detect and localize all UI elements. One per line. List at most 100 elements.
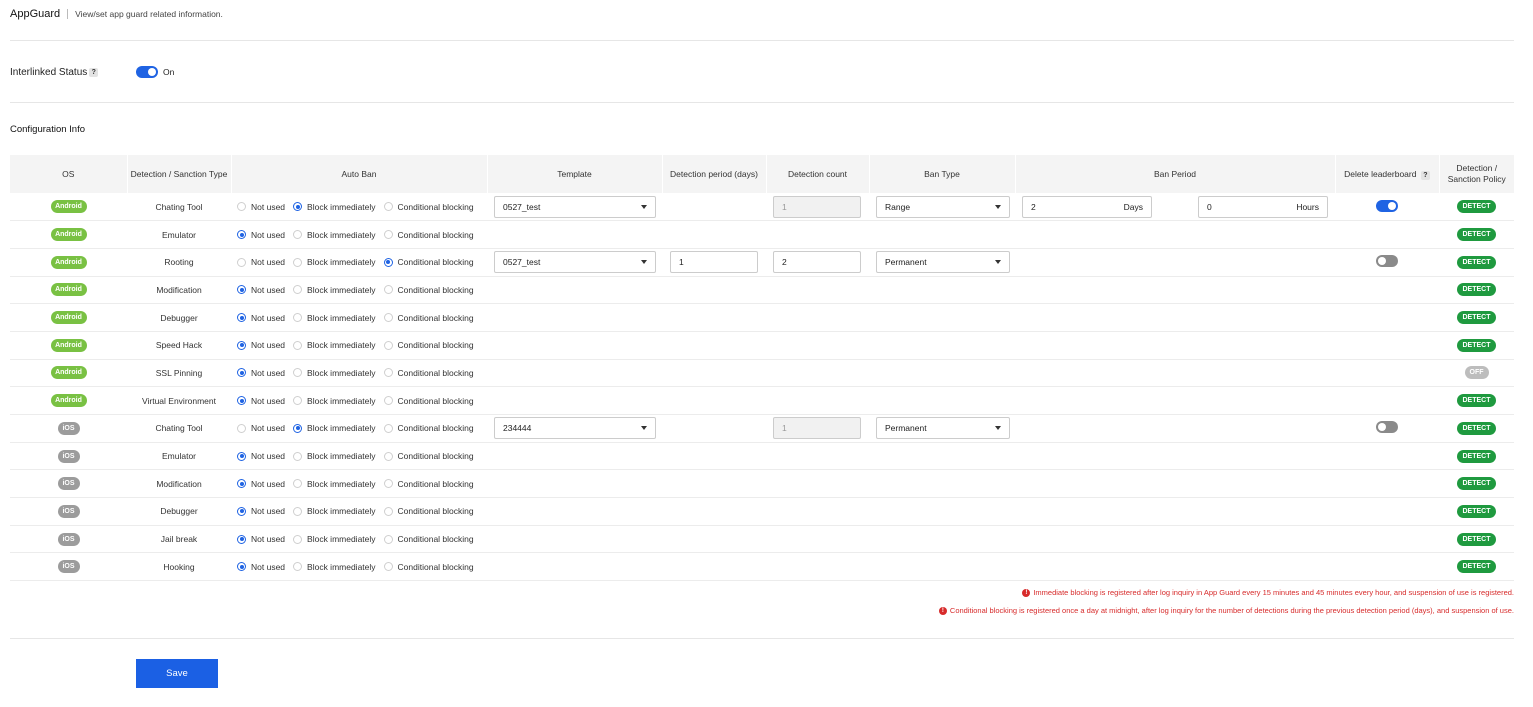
radio-icon[interactable] xyxy=(237,396,246,406)
radio-icon[interactable] xyxy=(293,506,303,516)
radio-icon[interactable] xyxy=(237,451,246,461)
radio-icon[interactable] xyxy=(237,313,246,323)
policy-badge[interactable]: DETECT xyxy=(1457,532,1496,546)
auto-ban-not-used-option[interactable]: Not used xyxy=(237,562,285,572)
auto-ban-conditional-blocking-option[interactable]: Conditional blocking xyxy=(383,340,474,350)
auto-ban-conditional-blocking-option[interactable]: Conditional blocking xyxy=(383,285,474,295)
radio-icon[interactable] xyxy=(293,562,303,572)
policy-badge[interactable]: DETECT xyxy=(1457,449,1496,463)
policy-badge[interactable]: DETECT xyxy=(1457,228,1496,242)
delete-leaderboard-toggle[interactable] xyxy=(1376,421,1398,434)
delete-leaderboard-toggle[interactable] xyxy=(1376,199,1398,212)
radio-icon[interactable] xyxy=(383,479,393,489)
auto-ban-block-immediately-option[interactable]: Block immediately xyxy=(293,423,376,433)
policy-badge[interactable]: DETECT xyxy=(1457,311,1496,325)
auto-ban-block-immediately-option[interactable]: Block immediately xyxy=(293,562,376,572)
radio-icon[interactable] xyxy=(293,534,303,544)
help-icon[interactable]: ? xyxy=(1420,170,1430,180)
policy-badge[interactable]: DETECT xyxy=(1457,200,1496,214)
auto-ban-not-used-option[interactable]: Not used xyxy=(237,340,285,350)
policy-badge[interactable]: OFF xyxy=(1464,366,1489,380)
auto-ban-not-used-option[interactable]: Not used xyxy=(237,423,285,433)
auto-ban-not-used-option[interactable]: Not used xyxy=(237,202,285,212)
radio-icon[interactable] xyxy=(383,506,393,516)
radio-icon[interactable] xyxy=(293,257,303,267)
auto-ban-block-immediately-option[interactable]: Block immediately xyxy=(293,451,376,461)
detection-count-input[interactable]: 2 xyxy=(773,251,861,274)
auto-ban-not-used-option[interactable]: Not used xyxy=(237,313,285,323)
auto-ban-block-immediately-option[interactable]: Block immediately xyxy=(293,479,376,489)
radio-icon[interactable] xyxy=(293,230,303,240)
detection-period-input[interactable]: 1 xyxy=(670,251,758,274)
policy-badge[interactable]: DETECT xyxy=(1457,255,1496,269)
auto-ban-conditional-blocking-option[interactable]: Conditional blocking xyxy=(383,534,474,544)
radio-icon[interactable] xyxy=(383,340,393,350)
interlinked-status-toggle[interactable] xyxy=(136,66,158,78)
auto-ban-conditional-blocking-option[interactable]: Conditional blocking xyxy=(383,479,474,489)
radio-icon[interactable] xyxy=(237,562,246,572)
help-icon[interactable]: ? xyxy=(89,67,99,77)
auto-ban-block-immediately-option[interactable]: Block immediately xyxy=(293,313,376,323)
auto-ban-conditional-blocking-option[interactable]: Conditional blocking xyxy=(383,368,474,378)
policy-badge[interactable]: DETECT xyxy=(1457,560,1496,574)
radio-icon[interactable] xyxy=(293,396,303,406)
radio-icon[interactable] xyxy=(383,368,393,378)
radio-icon[interactable] xyxy=(383,313,393,323)
auto-ban-conditional-blocking-option[interactable]: Conditional blocking xyxy=(383,202,474,212)
auto-ban-conditional-blocking-option[interactable]: Conditional blocking xyxy=(383,562,474,572)
radio-icon[interactable] xyxy=(237,423,246,433)
auto-ban-not-used-option[interactable]: Not used xyxy=(237,479,285,489)
ban-type-select[interactable]: Range xyxy=(876,195,1010,218)
auto-ban-conditional-blocking-option[interactable]: Conditional blocking xyxy=(383,451,474,461)
radio-icon[interactable] xyxy=(383,451,393,461)
auto-ban-not-used-option[interactable]: Not used xyxy=(237,534,285,544)
auto-ban-not-used-option[interactable]: Not used xyxy=(237,285,285,295)
radio-icon[interactable] xyxy=(383,285,393,295)
policy-badge[interactable]: DETECT xyxy=(1457,477,1496,491)
radio-icon[interactable] xyxy=(293,368,303,378)
auto-ban-conditional-blocking-option[interactable]: Conditional blocking xyxy=(383,230,474,240)
auto-ban-not-used-option[interactable]: Not used xyxy=(237,396,285,406)
radio-icon[interactable] xyxy=(237,285,246,295)
radio-icon[interactable] xyxy=(383,423,393,433)
auto-ban-not-used-option[interactable]: Not used xyxy=(237,506,285,516)
auto-ban-block-immediately-option[interactable]: Block immediately xyxy=(293,285,376,295)
radio-icon[interactable] xyxy=(383,534,393,544)
radio-icon[interactable] xyxy=(293,340,303,350)
auto-ban-conditional-blocking-option[interactable]: Conditional blocking xyxy=(383,506,474,516)
auto-ban-not-used-option[interactable]: Not used xyxy=(237,368,285,378)
radio-icon[interactable] xyxy=(237,230,246,240)
radio-icon[interactable] xyxy=(237,202,246,212)
auto-ban-block-immediately-option[interactable]: Block immediately xyxy=(293,257,376,267)
save-button[interactable]: Save xyxy=(136,659,218,688)
auto-ban-block-immediately-option[interactable]: Block immediately xyxy=(293,230,376,240)
auto-ban-conditional-blocking-option[interactable]: Conditional blocking xyxy=(383,313,474,323)
ban-period-hours-input[interactable]: 0 Hours xyxy=(1198,195,1328,218)
auto-ban-block-immediately-option[interactable]: Block immediately xyxy=(293,506,376,516)
radio-icon[interactable] xyxy=(383,230,393,240)
radio-icon[interactable] xyxy=(237,506,246,516)
template-select[interactable]: 234444 xyxy=(494,417,656,440)
radio-icon[interactable] xyxy=(237,340,246,350)
template-select[interactable]: 0527_test xyxy=(494,195,656,218)
auto-ban-block-immediately-option[interactable]: Block immediately xyxy=(293,534,376,544)
radio-icon[interactable] xyxy=(237,534,246,544)
auto-ban-not-used-option[interactable]: Not used xyxy=(237,451,285,461)
policy-badge[interactable]: DETECT xyxy=(1457,283,1496,297)
auto-ban-not-used-option[interactable]: Not used xyxy=(237,230,285,240)
delete-leaderboard-toggle[interactable] xyxy=(1376,255,1398,268)
ban-type-select[interactable]: Permanent xyxy=(876,251,1010,274)
ban-period-days-input[interactable]: 2 Days xyxy=(1022,195,1152,218)
radio-icon[interactable] xyxy=(383,202,393,212)
ban-type-select[interactable]: Permanent xyxy=(876,417,1010,440)
auto-ban-block-immediately-option[interactable]: Block immediately xyxy=(293,368,376,378)
radio-icon[interactable] xyxy=(293,313,303,323)
radio-icon[interactable] xyxy=(383,396,393,406)
auto-ban-not-used-option[interactable]: Not used xyxy=(237,257,285,267)
auto-ban-conditional-blocking-option[interactable]: Conditional blocking xyxy=(383,423,474,433)
auto-ban-conditional-blocking-option[interactable]: Conditional blocking xyxy=(383,396,474,406)
auto-ban-block-immediately-option[interactable]: Block immediately xyxy=(293,396,376,406)
policy-badge[interactable]: DETECT xyxy=(1457,394,1496,408)
radio-icon[interactable] xyxy=(383,257,393,267)
auto-ban-block-immediately-option[interactable]: Block immediately xyxy=(293,340,376,350)
